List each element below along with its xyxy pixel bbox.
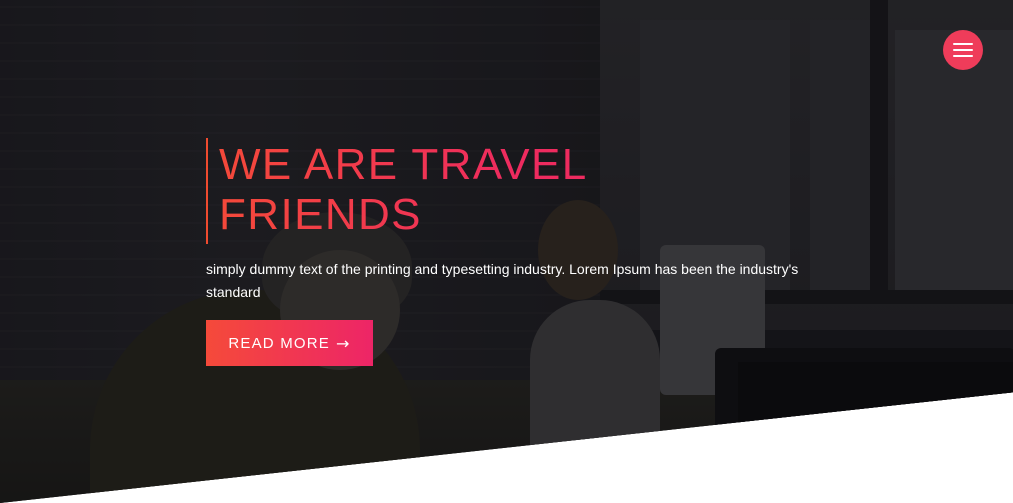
menu-button[interactable] (943, 30, 983, 70)
hero-title-line-1: WE ARE TRAVEL (219, 140, 588, 189)
hero-section: WE ARE TRAVEL FRIENDS simply dummy text … (0, 0, 1013, 503)
read-more-button[interactable]: READ MORE → (206, 320, 373, 366)
hero-title-line-2: FRIENDS (219, 190, 422, 239)
hamburger-menu-icon (953, 49, 973, 51)
hero-title-block: WE ARE TRAVEL FRIENDS (206, 138, 826, 244)
read-more-label: READ MORE (228, 334, 331, 352)
hamburger-menu-icon (953, 43, 973, 45)
arrow-right-icon: → (336, 333, 351, 353)
hamburger-menu-icon (953, 55, 973, 57)
hero-content: WE ARE TRAVEL FRIENDS simply dummy text … (206, 138, 826, 366)
hero-title: WE ARE TRAVEL FRIENDS (219, 140, 639, 240)
hero-description: simply dummy text of the printing and ty… (206, 261, 799, 300)
